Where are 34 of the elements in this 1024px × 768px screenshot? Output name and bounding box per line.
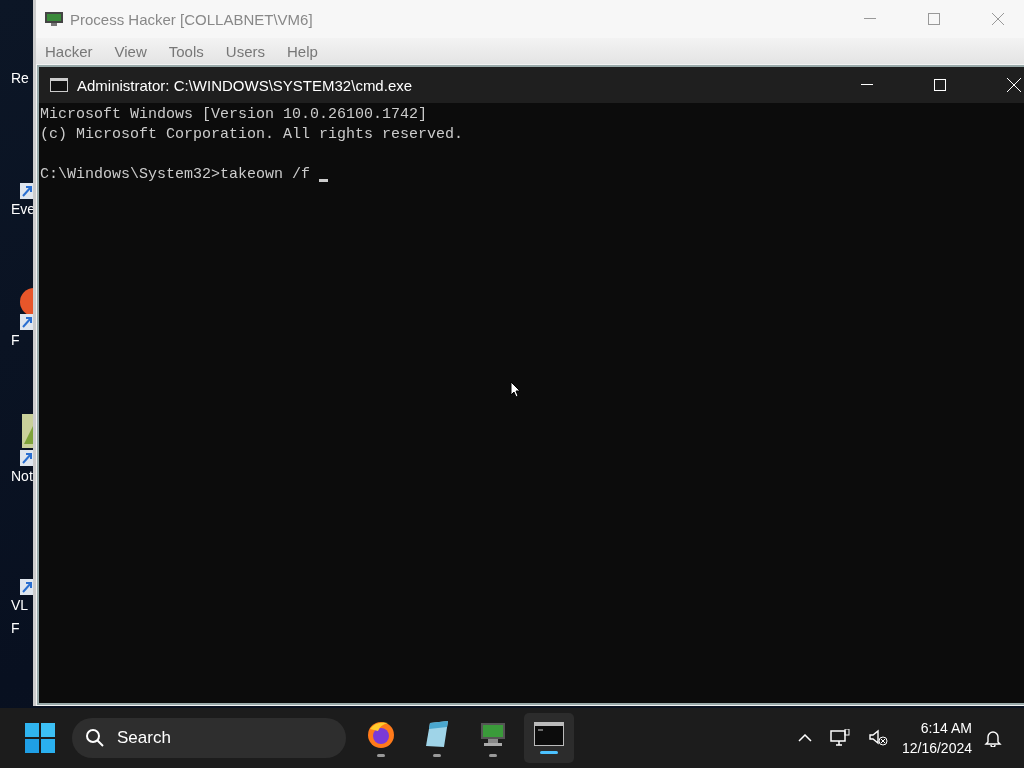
text-cursor [319,179,329,182]
clock-time[interactable]: 6:14 AM [920,718,972,738]
menu-item[interactable]: View [114,42,147,60]
start-icon[interactable] [25,723,55,753]
menu-item[interactable]: Hacker [45,42,93,60]
search-field[interactable]: Search [72,718,346,758]
monitor-icon [44,11,64,27]
notification-bell-icon[interactable] [984,729,1002,747]
console-icon [534,722,564,746]
console-icon [50,78,68,92]
desktop-icon-label[interactable]: F [11,332,20,348]
desktop-icon-label[interactable]: F [11,620,20,636]
window-title: Process Hacker [COLLABNET\VM6] [70,10,313,28]
window-title: Administrator: C:\WINDOWS\SYSTEM32\cmd.exe [77,76,413,94]
menu-item[interactable]: Tools [168,42,204,60]
shortcut-icon[interactable] [20,414,34,466]
menu-item[interactable]: Help [286,42,318,60]
mouse-pointer-icon [510,381,521,398]
network-icon[interactable] [829,729,850,747]
fox-globe-icon [366,719,396,749]
search-icon [85,728,105,748]
console-line: (c) Microsoft Corporation. All rights reserved. [40,125,464,145]
clock-date[interactable]: 12/16/2024 [901,738,972,758]
desktop-icon-label[interactable]: VL [11,597,29,613]
console-line: C:\Windows\System32>takeown /f [40,165,312,185]
desktop-icon-label[interactable]: Re [11,70,29,86]
volume-muted-icon[interactable] [867,729,888,747]
shortcut-icon[interactable] [20,286,34,330]
desktop-icon-label[interactable]: Not [11,468,33,484]
chevron-up-icon[interactable] [797,734,812,742]
taskbar-app[interactable] [524,713,574,763]
console-line: Microsoft Windows [Version 10.0.26100.1742] [40,105,428,125]
minimize-icon[interactable] [861,84,873,86]
menu-item[interactable]: Users [225,42,265,60]
